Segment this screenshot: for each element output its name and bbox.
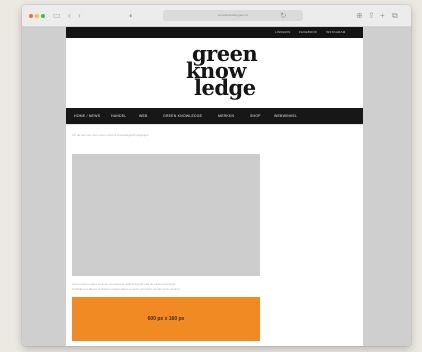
- minimize-window-button[interactable]: [35, 14, 39, 18]
- zoom-window-button[interactable]: [41, 14, 45, 18]
- reload-icon[interactable]: ↻: [280, 10, 287, 22]
- nav-item-shop[interactable]: SHOP: [250, 108, 261, 124]
- nav-item-webwinkel[interactable]: WEBWINKEL: [274, 108, 297, 124]
- site-logo[interactable]: green know ledge: [186, 43, 258, 100]
- tab-overview-icon[interactable]: ⧉: [392, 10, 398, 22]
- top-bar: LINKEDIN FACEBOOK INSTAGRAM: [66, 27, 363, 38]
- banner-size-label: 600 px x 160 px: [147, 316, 185, 322]
- back-icon[interactable]: ‹: [68, 10, 71, 22]
- share-icon[interactable]: ⇪: [368, 10, 375, 22]
- nav-item-home[interactable]: HOME / NEWS: [74, 108, 100, 124]
- forward-icon[interactable]: ›: [78, 10, 81, 22]
- caption-line-1: Lorem ipsum dolor sit amet consectetur a…: [72, 282, 176, 286]
- top-link-linkedin[interactable]: LINKEDIN: [275, 27, 290, 38]
- divider: [66, 124, 363, 125]
- new-tab-icon[interactable]: +: [380, 10, 385, 22]
- nav-item-green-knowledge[interactable]: GREEN KNOWLEDGE: [163, 108, 202, 124]
- web-viewport: LINKEDIN FACEBOOK INSTAGRAM green know l…: [22, 27, 411, 346]
- browser-toolbar: ▭ ‹ › ◐ a.nederlandsegreen.nl ↻ ⊕ ⇪ + ⧉: [22, 5, 411, 27]
- hero-image-placeholder: [72, 154, 260, 276]
- download-icon[interactable]: ⊕: [356, 10, 363, 22]
- close-window-button[interactable]: [29, 14, 33, 18]
- nav-item-merken[interactable]: MERKEN: [218, 108, 234, 124]
- nav-item-web[interactable]: WEB: [139, 108, 148, 124]
- sidebar-icon[interactable]: ▭: [53, 10, 61, 22]
- top-link-instagram[interactable]: INSTAGRAM: [326, 27, 345, 38]
- main-nav: HOME / NEWS HANDEL WEB GREEN KNOWLEDGE M…: [66, 108, 363, 124]
- website-page: LINKEDIN FACEBOOK INSTAGRAM green know l…: [66, 27, 363, 346]
- intro-text: Op de site van vorm een moment knowledge…: [72, 133, 149, 137]
- shield-icon[interactable]: ◐: [129, 10, 134, 22]
- logo-line-3: ledge: [194, 75, 256, 100]
- top-link-facebook[interactable]: FACEBOOK: [299, 27, 317, 38]
- browser-window: ▭ ‹ › ◐ a.nederlandsegreen.nl ↻ ⊕ ⇪ + ⧉ …: [22, 5, 411, 346]
- ad-banner[interactable]: 600 px x 160 px: [72, 297, 260, 341]
- caption-line-2: incididunt ut labore et dolore magna ali…: [72, 287, 180, 291]
- nav-item-handel[interactable]: HANDEL: [111, 108, 126, 124]
